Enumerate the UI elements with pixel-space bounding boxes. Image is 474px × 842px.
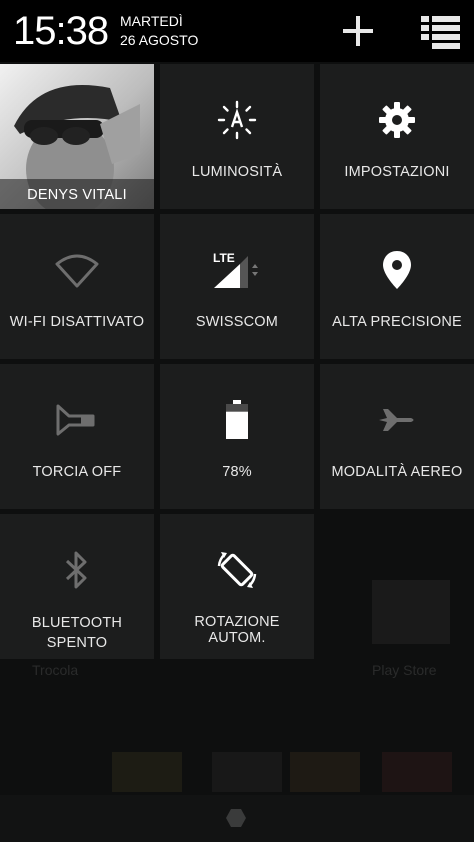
tile-profile[interactable]: DENYS VITALI	[0, 64, 154, 209]
tile-label: 78%	[222, 464, 252, 480]
gear-icon	[375, 100, 419, 140]
bluetooth-icon	[55, 550, 99, 590]
notifications-list-icon[interactable]	[420, 14, 462, 50]
tile-label-line1: BLUETOOTH	[31, 615, 123, 631]
brightness-icon	[215, 100, 259, 140]
signal-icon: LTE	[212, 250, 262, 290]
tile-brightness[interactable]: LUMINOSITÀ	[160, 64, 314, 209]
tile-label: DENYS VITALI	[27, 187, 127, 203]
tile-label: WI-FI DISATTIVATO	[9, 314, 145, 330]
tile-label: TORCIA OFF	[32, 464, 122, 480]
day-of-week: MARTEDÌ	[120, 13, 183, 29]
tile-label: MODALITÀ AEREO	[331, 464, 463, 480]
tile-label: IMPOSTAZIONI	[344, 164, 450, 180]
tile-label: ROTAZIONE AUTOM.	[194, 614, 280, 646]
add-icon[interactable]	[340, 14, 376, 50]
date-block[interactable]: MARTEDÌ 26 AGOSTO	[120, 12, 198, 50]
tile-bluetooth[interactable]: BLUETOOTH SPENTO	[0, 514, 154, 659]
tile-auto-rotate[interactable]: ROTAZIONE AUTOM.	[160, 514, 314, 659]
date-text: 26 AGOSTO	[120, 32, 199, 48]
location-icon	[375, 250, 419, 290]
wifi-icon	[55, 250, 99, 290]
background-app-label-right: Play Store	[372, 662, 437, 678]
tile-airplane-mode[interactable]: MODALITÀ AEREO	[320, 364, 474, 509]
flashlight-icon	[55, 400, 99, 440]
clock[interactable]: 15:38	[13, 9, 109, 54]
background-app-label-left: Trocola	[32, 662, 79, 678]
tile-label: BLUETOOTH SPENTO	[4, 613, 150, 653]
quick-settings-header: 15:38 MARTEDÌ 26 AGOSTO	[0, 0, 474, 62]
tile-label: ALTA PRECISIONE	[332, 314, 462, 330]
drag-handle-icon[interactable]	[225, 808, 247, 828]
tile-wifi[interactable]: WI-FI DISATTIVATO	[0, 214, 154, 359]
tile-location[interactable]: ALTA PRECISIONE	[320, 214, 474, 359]
tile-mobile-network[interactable]: LTE SWISSCOM	[160, 214, 314, 359]
tile-label: LUMINOSITÀ	[191, 164, 283, 180]
tile-label: SWISSCOM	[195, 314, 279, 330]
tile-battery[interactable]: 78%	[160, 364, 314, 509]
battery-icon	[215, 400, 259, 440]
tile-label-line2: SPENTO	[46, 635, 108, 651]
tile-flashlight[interactable]: TORCIA OFF	[0, 364, 154, 509]
rotation-icon	[215, 550, 259, 590]
airplane-icon	[375, 400, 419, 440]
lte-badge: LTE	[213, 251, 235, 265]
tile-settings[interactable]: IMPOSTAZIONI	[320, 64, 474, 209]
